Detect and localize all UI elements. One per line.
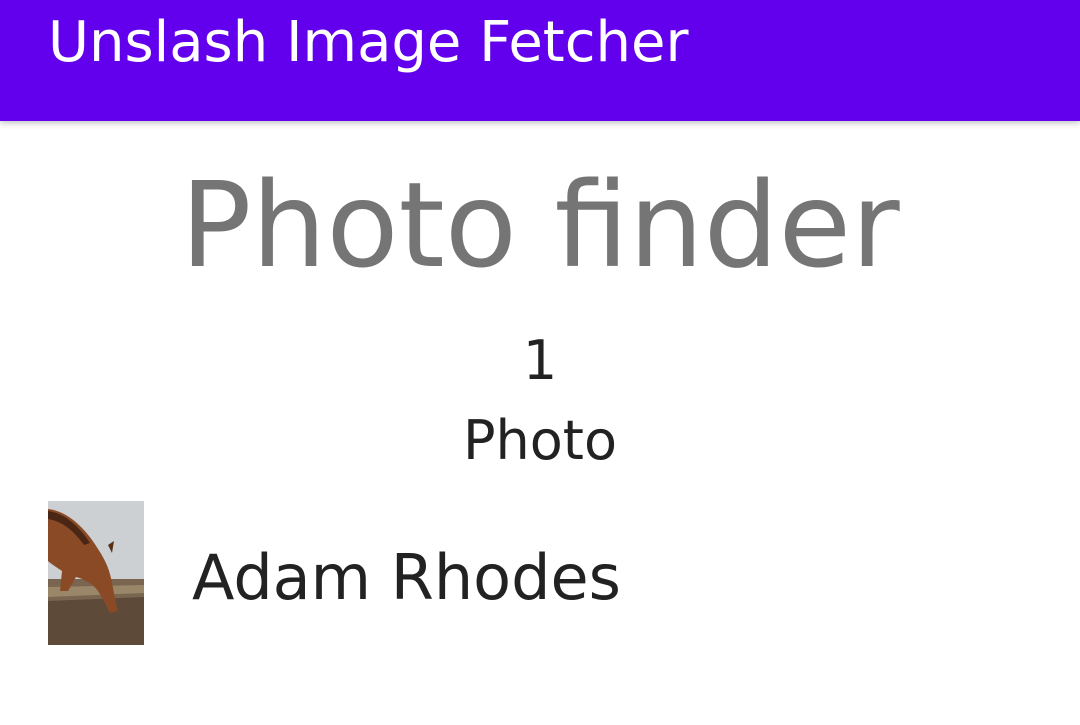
app-bar: Unslash Image Fetcher xyxy=(0,0,1080,121)
horse-grazing-photo-icon xyxy=(48,501,144,645)
app-title: Unslash Image Fetcher xyxy=(48,10,689,75)
photo-list-item[interactable]: Adam Rhodes xyxy=(0,500,1080,646)
photo-count: 1 xyxy=(522,329,558,392)
photo-author: Adam Rhodes xyxy=(192,541,621,614)
page-heading: Photo finder xyxy=(180,156,900,294)
photo-count-label: Photo xyxy=(462,409,618,472)
photo-thumbnail[interactable] xyxy=(48,501,144,645)
